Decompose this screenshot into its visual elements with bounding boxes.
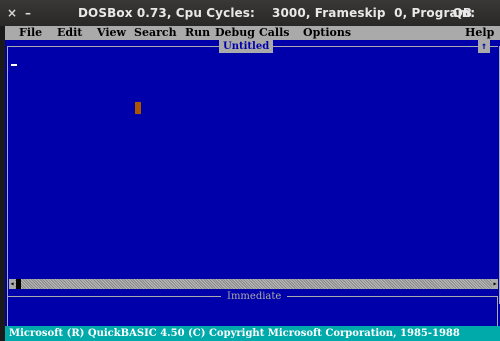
menu-calls[interactable]: Calls — [259, 26, 289, 40]
horizontal-scrollbar[interactable]: ◂ ▸ — [9, 279, 498, 289]
menu-file[interactable]: File — [19, 26, 42, 40]
menu-run[interactable]: Run — [185, 26, 210, 40]
window-title: DOSBox 0.73, Cpu Cycles: 3000, Frameskip… — [78, 6, 476, 20]
menu-edit[interactable]: Edit — [57, 26, 82, 40]
maximize-icon[interactable]: ↑ — [478, 40, 490, 53]
scroll-left-icon[interactable]: ◂ — [9, 279, 15, 289]
immediate-window-title[interactable]: Immediate — [221, 290, 288, 303]
scroll-right-icon[interactable]: ▸ — [492, 279, 498, 289]
menu-search[interactable]: Search — [134, 26, 177, 40]
window-program: QB — [452, 6, 472, 20]
document-title: Untitled — [219, 40, 274, 53]
menu-view[interactable]: View — [97, 26, 126, 40]
text-cursor — [11, 64, 17, 66]
editor-window[interactable] — [7, 46, 500, 304]
mouse-cursor — [135, 102, 141, 114]
immediate-left-border — [7, 296, 8, 326]
menu-help[interactable]: Help — [465, 26, 494, 40]
status-bar: Microsoft (R) QuickBASIC 4.50 (C) Copyri… — [5, 326, 500, 341]
menu-debug[interactable]: Debug — [215, 26, 255, 40]
minimize-icon[interactable]: – — [25, 6, 31, 20]
dosbox-title-bar[interactable]: × – DOSBox 0.73, Cpu Cycles: 3000, Frame… — [0, 0, 500, 26]
scroll-thumb[interactable] — [16, 279, 21, 289]
close-icon[interactable]: × — [7, 6, 17, 20]
menu-options[interactable]: Options — [303, 26, 351, 40]
immediate-right-border — [497, 296, 498, 326]
menu-bar: File Edit View Search Run Debug Calls Op… — [5, 26, 500, 40]
qbasic-screen[interactable]: File Edit View Search Run Debug Calls Op… — [5, 26, 500, 341]
